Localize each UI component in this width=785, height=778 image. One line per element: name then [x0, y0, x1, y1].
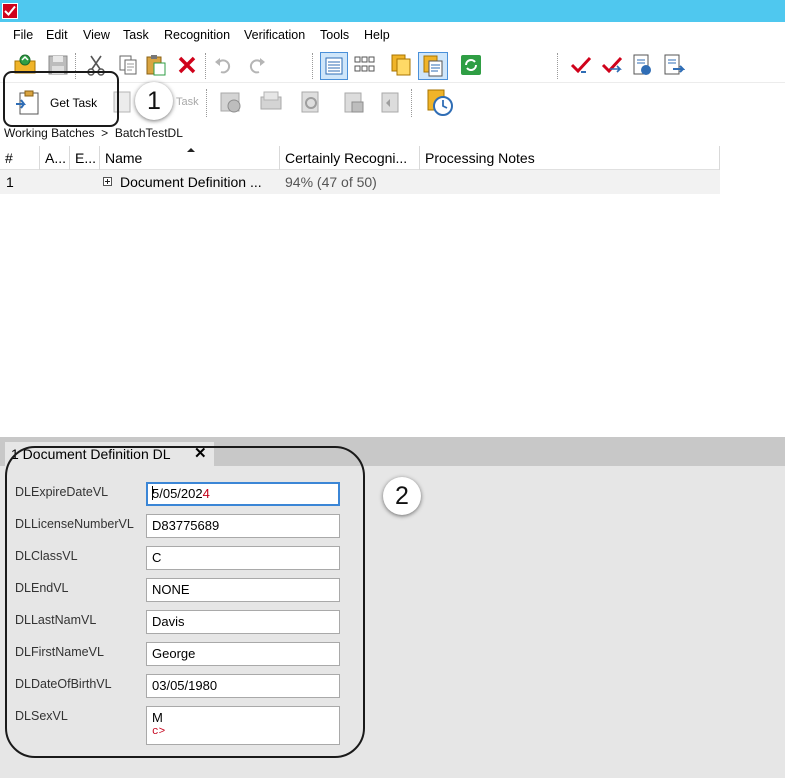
document-stack-icon[interactable]	[389, 52, 413, 76]
menu-recognition[interactable]: Recognition	[164, 28, 230, 42]
expand-icon[interactable]	[103, 177, 112, 186]
undo-icon[interactable]	[212, 53, 236, 77]
callout-badge-two: 2	[383, 477, 421, 515]
title-bar	[0, 0, 785, 22]
toolbar-separator	[205, 53, 206, 79]
menu-verification[interactable]: Verification	[244, 28, 305, 42]
recognize-icon[interactable]	[298, 89, 322, 113]
refresh-icon[interactable]	[459, 53, 483, 77]
column-header-number[interactable]: #	[0, 146, 40, 170]
row-name: Document Definition ...	[120, 174, 262, 190]
callout-box-get-task	[3, 71, 119, 127]
column-header-notes[interactable]: Processing Notes	[420, 146, 720, 170]
breadcrumb-current[interactable]: BatchTestDL	[115, 126, 183, 140]
row-index: 1	[6, 174, 14, 190]
batch-grid: # A... E... Name Certainly Recogni... Pr…	[0, 146, 720, 194]
breadcrumb: Working Batches > BatchTestDL	[4, 126, 183, 140]
toolbar-separator	[411, 89, 412, 117]
form-export-icon[interactable]	[630, 53, 654, 77]
verify-icon[interactable]	[569, 53, 593, 77]
sort-ascending-icon	[187, 148, 195, 152]
form-import-icon[interactable]	[661, 53, 685, 77]
menu-help[interactable]: Help	[364, 28, 390, 42]
verify-next-icon[interactable]	[600, 53, 624, 77]
redo-icon[interactable]	[244, 53, 268, 77]
toolbar-separator	[557, 53, 558, 79]
breadcrumb-root[interactable]: Working Batches	[4, 126, 95, 140]
menu-bar: File Edit View Task Recognition Verifica…	[0, 22, 785, 47]
grid-header: # A... E... Name Certainly Recogni... Pr…	[0, 146, 720, 170]
thumbnail-view-icon[interactable]	[353, 53, 377, 77]
toolbar-separator	[312, 53, 313, 79]
column-header-a[interactable]: A...	[40, 146, 70, 170]
menu-view[interactable]: View	[83, 28, 110, 42]
callout-badge-one: 1	[135, 82, 173, 120]
app-logo-icon[interactable]	[2, 3, 18, 19]
breadcrumb-separator: >	[101, 126, 109, 140]
document-view-icon[interactable]	[418, 52, 448, 80]
table-row[interactable]: 1 Document Definition ... 94% (47 of 50)	[0, 170, 720, 194]
toolbar-separator	[206, 89, 207, 117]
delete-icon[interactable]	[175, 53, 199, 77]
column-header-certainty[interactable]: Certainly Recogni...	[280, 146, 420, 170]
scan-icon[interactable]	[258, 89, 282, 113]
column-header-e[interactable]: E...	[70, 146, 100, 170]
callout-box-fields	[5, 446, 365, 758]
paste-icon[interactable]	[144, 53, 168, 77]
row-certainty: 94% (47 of 50)	[285, 174, 377, 190]
row-notes	[425, 170, 715, 194]
copy-icon[interactable]	[116, 53, 140, 77]
lock-clipboard-icon[interactable]	[341, 89, 365, 113]
batch-settings-icon[interactable]	[218, 89, 242, 113]
task-button-label[interactable]: Task	[176, 96, 199, 108]
details-view-icon[interactable]	[320, 52, 348, 80]
menu-tools[interactable]: Tools	[320, 28, 349, 42]
menu-edit[interactable]: Edit	[46, 28, 68, 42]
schedule-icon[interactable]	[426, 88, 453, 116]
menu-file[interactable]: File	[13, 28, 33, 42]
menu-task[interactable]: Task	[123, 28, 149, 42]
clipboard-icon[interactable]	[378, 89, 402, 113]
